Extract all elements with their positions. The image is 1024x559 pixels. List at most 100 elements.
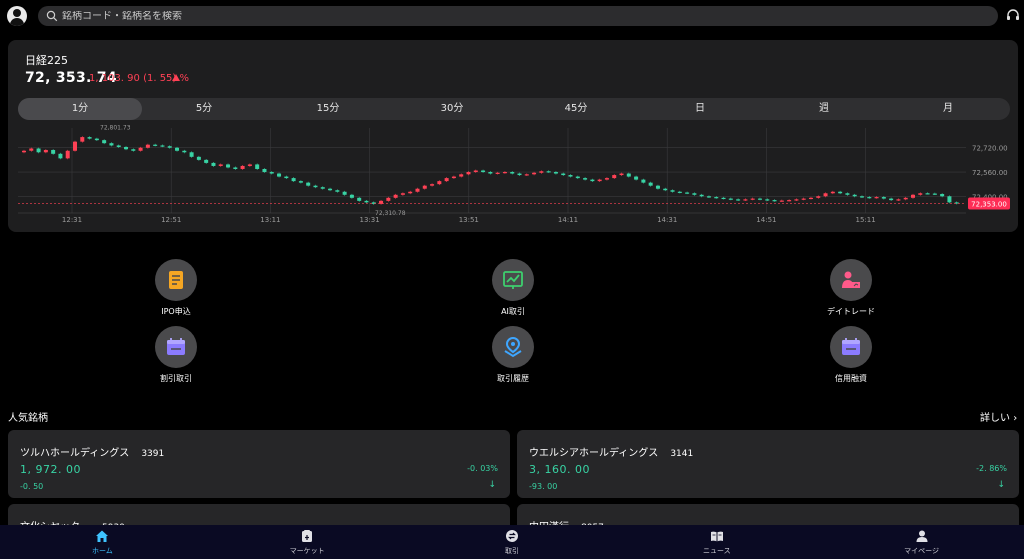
candle-body	[473, 170, 478, 173]
candle-body	[109, 143, 114, 146]
stock-card[interactable]: ツルハホールディングス 3391 1, 972. 00 -0. 50 -0. 03…	[8, 430, 510, 498]
candle-body	[226, 164, 231, 168]
candle-body	[175, 147, 180, 151]
candle-body	[648, 182, 653, 186]
tab-week[interactable]: 週	[762, 98, 886, 120]
candle-body	[298, 181, 303, 183]
index-panel: 日経225 72, 353. 74 1, 103. 90 (1. 55) % 1…	[8, 40, 1018, 232]
tab-day[interactable]: 日	[638, 98, 762, 120]
nav-mypage[interactable]: マイページ	[819, 525, 1024, 559]
candle-body	[655, 185, 660, 189]
candle-body	[313, 185, 318, 188]
stock-pct: -2. 86%	[976, 464, 1007, 473]
candle-body	[218, 164, 223, 166]
top-bar	[0, 0, 1024, 32]
stock-code: 3391	[141, 449, 165, 459]
quick-history[interactable]: 取引履歴	[453, 326, 573, 396]
candle-body	[306, 182, 311, 186]
y-tick-label: 72,720.00	[972, 145, 1008, 153]
candle-body	[816, 196, 821, 198]
candle-body	[859, 196, 864, 198]
candle-body	[444, 178, 449, 182]
x-tick-label: 12:51	[161, 216, 181, 224]
search-input[interactable]	[62, 10, 962, 22]
candle-body	[437, 181, 442, 185]
search-bar[interactable]	[38, 6, 998, 26]
x-tick-label: 14:51	[756, 216, 776, 224]
stock-diff: -0. 50	[20, 482, 44, 491]
day-trade-icon	[830, 259, 872, 301]
x-tick-label: 13:31	[360, 216, 380, 224]
candle-body	[517, 173, 522, 176]
candle-body	[801, 198, 806, 200]
stock-price: 3, 160. 00	[529, 463, 590, 476]
quick-history-label: 取引履歴	[497, 374, 529, 383]
candle-body	[641, 179, 646, 183]
candle-body	[51, 150, 56, 154]
tab-1min[interactable]: 1分	[18, 98, 142, 120]
avatar-icon[interactable]	[7, 6, 27, 26]
candle-body	[269, 172, 274, 174]
candle-body	[510, 172, 515, 174]
candle-body	[451, 176, 456, 179]
credit-calendar-icon	[830, 326, 872, 368]
headset-icon[interactable]	[1006, 8, 1020, 22]
tab-30min[interactable]: 30分	[390, 98, 514, 120]
quick-ipo[interactable]: IPO申込	[116, 259, 236, 329]
up-triangle-icon	[172, 74, 180, 81]
search-icon	[46, 10, 58, 22]
nav-news[interactable]: ニュース	[614, 525, 819, 559]
tab-15min[interactable]: 15分	[266, 98, 390, 120]
nav-trade-label: 取引	[504, 547, 519, 555]
details-link[interactable]: 詳しい ›	[980, 409, 1017, 424]
candle-body	[145, 144, 150, 148]
candle-body	[342, 191, 347, 195]
tab-month[interactable]: 月	[886, 98, 1010, 120]
candle-body	[116, 145, 121, 147]
candle-body	[422, 185, 427, 189]
candle-body	[94, 138, 99, 141]
candle-body	[743, 199, 748, 201]
details-link-label: 詳しい	[980, 413, 1010, 424]
high-annotation: 72,801.73	[100, 124, 131, 131]
candle-body	[721, 197, 726, 200]
nav-news-label: ニュース	[702, 547, 731, 555]
stock-price: 1, 972. 00	[20, 463, 81, 476]
tab-45min[interactable]: 45分	[514, 98, 638, 120]
candle-body	[583, 178, 588, 180]
stock-card[interactable]: ウエルシアホールディングス 3141 3, 160. 00 -93. 00 -2.…	[517, 430, 1019, 498]
candle-body	[357, 197, 362, 201]
candle-body	[889, 198, 894, 201]
candle-body	[765, 199, 770, 201]
news-icon	[710, 531, 723, 542]
candle-body	[634, 176, 639, 180]
candle-body	[903, 197, 908, 200]
candle-body	[852, 194, 857, 197]
candle-body	[22, 150, 26, 153]
candle-body	[947, 196, 952, 203]
candle-body	[619, 173, 624, 176]
candle-body	[794, 199, 799, 201]
candle-body	[808, 197, 813, 200]
quick-ai-trade[interactable]: AI取引	[453, 259, 573, 329]
candle-body	[590, 179, 595, 182]
quick-credit-label: 信用融資	[835, 374, 867, 383]
candle-body	[138, 147, 143, 151]
intraday-chart[interactable]: 72,720.0072,560.0072,400.0012:31 12:51 13:…	[8, 124, 1018, 232]
quick-discount[interactable]: 割引取引	[116, 326, 236, 396]
chevron-right-icon: ›	[1013, 413, 1018, 424]
tab-5min[interactable]: 5分	[142, 98, 266, 120]
quick-discount-label: 割引取引	[160, 374, 192, 383]
quick-day-trade[interactable]: デイトレード	[791, 259, 911, 329]
candle-body	[670, 190, 675, 192]
nav-home[interactable]: ホーム	[0, 525, 205, 559]
candle-body	[604, 178, 609, 180]
stock-diff: -93. 00	[529, 482, 558, 491]
nav-trade[interactable]: 取引	[410, 525, 615, 559]
quick-credit[interactable]: 信用融資	[791, 326, 911, 396]
candle-body	[189, 152, 194, 157]
nav-market[interactable]: マーケット	[205, 525, 410, 559]
timeframe-tabs: 1分 5分 15分 30分 45分 日 週 月	[18, 98, 1010, 120]
candle-body	[182, 150, 187, 153]
candle-body	[335, 190, 340, 192]
